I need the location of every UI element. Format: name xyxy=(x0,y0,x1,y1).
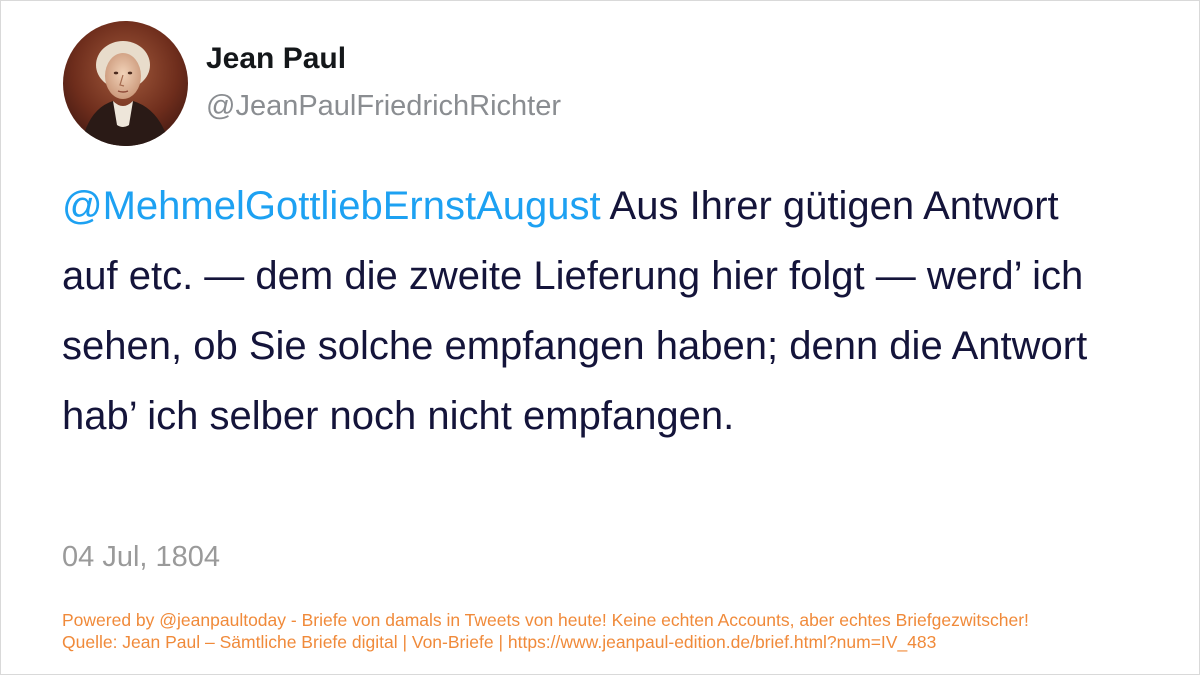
tweet-date: 04 Jul, 1804 xyxy=(62,541,221,573)
footer-source: Quelle: Jean Paul – Sämtliche Briefe dig… xyxy=(62,632,937,652)
avatar[interactable] xyxy=(63,21,188,146)
author-display-name[interactable]: Jean Paul xyxy=(206,41,346,77)
footer-powered-by: Powered by @jeanpaultoday - Briefe von d… xyxy=(62,610,1029,630)
author-handle[interactable]: @JeanPaulFriedrichRichter xyxy=(206,88,561,124)
mention-link[interactable]: @MehmelGottliebErnstAugust xyxy=(62,184,601,228)
tweet-card: Jean Paul @JeanPaulFriedrichRichter @Meh… xyxy=(0,0,1200,675)
tweet-body: @MehmelGottliebErnstAugust Aus Ihrer güt… xyxy=(62,171,1122,451)
footer: Powered by @jeanpaultoday - Briefe von d… xyxy=(62,609,1029,653)
portrait-avatar-icon xyxy=(63,21,188,146)
